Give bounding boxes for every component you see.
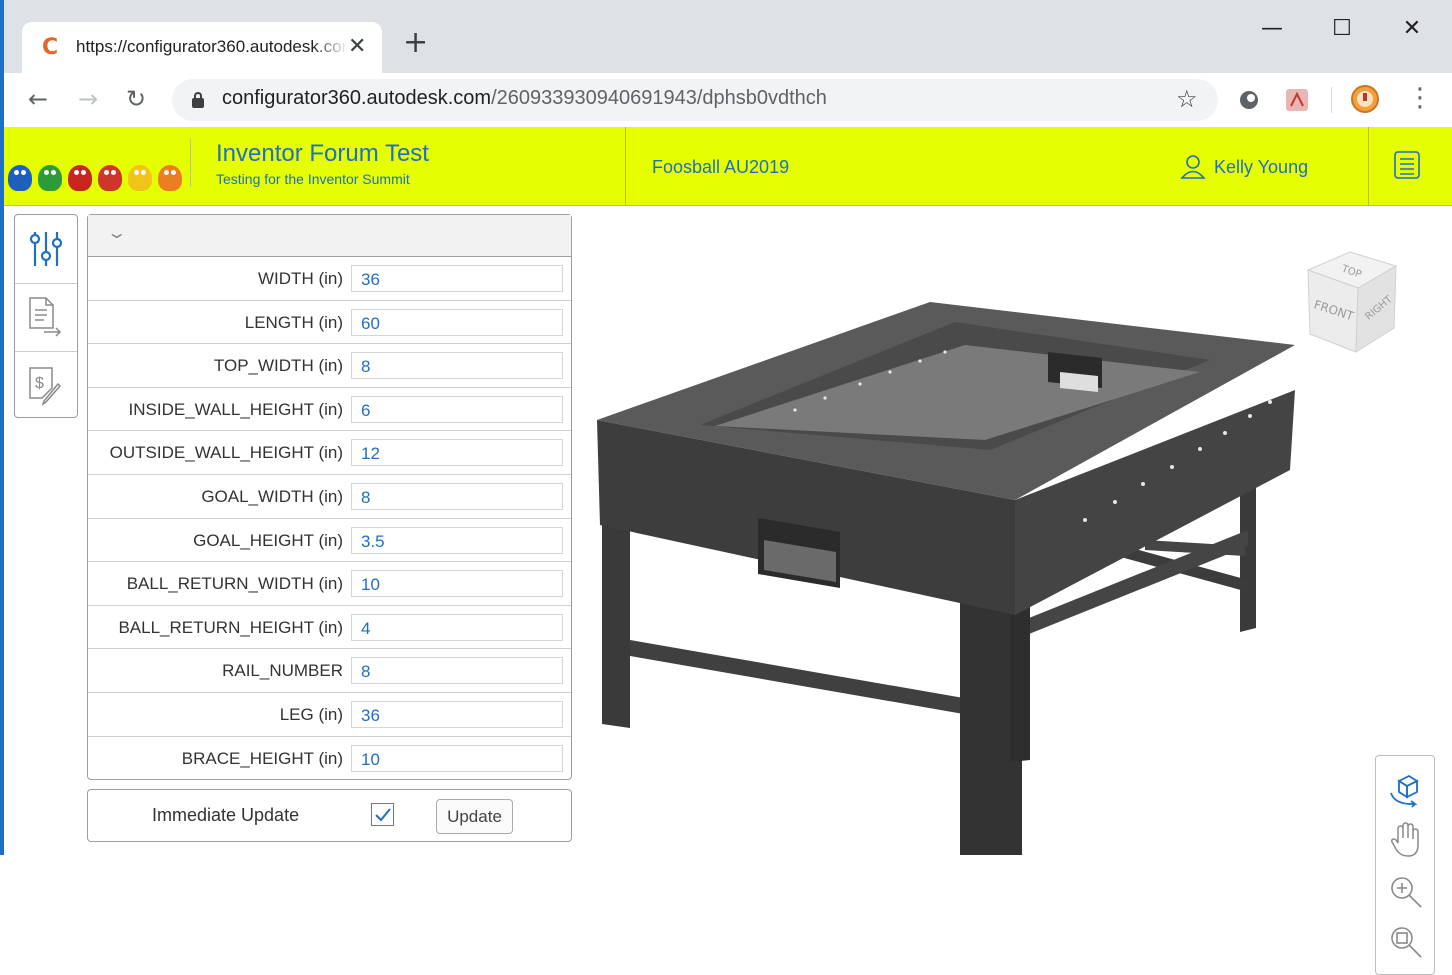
tool-rail: $ xyxy=(14,214,78,418)
parameter-input[interactable] xyxy=(351,482,563,510)
browser-menu-icon[interactable]: ⋮ xyxy=(1407,83,1433,113)
parameter-input[interactable] xyxy=(351,439,563,467)
parameter-label: GOAL_HEIGHT (in) xyxy=(193,530,343,550)
pricing-button[interactable]: $ xyxy=(15,351,77,419)
app-header: Inventor Forum Test Testing for the Inve… xyxy=(4,127,1452,206)
parameter-label: BALL_RETURN_WIDTH (in) xyxy=(126,574,343,594)
parameter-row: BALL_RETURN_WIDTH (in) xyxy=(88,562,571,606)
reload-icon[interactable]: ↻ xyxy=(126,85,146,113)
parameter-row: LENGTH (in) xyxy=(88,301,571,345)
svg-text:$: $ xyxy=(35,375,44,392)
pan-icon xyxy=(1391,822,1419,857)
forward-icon[interactable]: → xyxy=(78,85,98,113)
parameter-input[interactable] xyxy=(351,613,563,641)
address-bar[interactable]: configurator360.autodesk.com/26093393094… xyxy=(172,79,1218,121)
update-button[interactable]: Update xyxy=(436,799,513,834)
parameters-button[interactable] xyxy=(15,215,77,283)
panel-collapse-header[interactable]: ⌄ xyxy=(88,215,571,257)
parameter-label: OUTSIDE_WALL_HEIGHT (in) xyxy=(109,443,343,463)
immediate-update-checkbox[interactable] xyxy=(371,803,394,826)
parameter-row: OUTSIDE_WALL_HEIGHT (in) xyxy=(88,431,571,475)
lock-icon xyxy=(192,92,204,108)
parameter-input[interactable] xyxy=(351,395,563,423)
parameter-row: GOAL_HEIGHT (in) xyxy=(88,519,571,563)
browser-tabstrip: C https://configurator360.autodesk.com/2… xyxy=(0,0,1452,73)
tab-title-fade xyxy=(312,32,348,62)
parameter-label: BRACE_HEIGHT (in) xyxy=(181,748,343,768)
profile-avatar-icon[interactable] xyxy=(1350,84,1380,114)
export-button[interactable] xyxy=(15,283,77,351)
immediate-update-label: Immediate Update xyxy=(152,805,300,825)
parameter-input[interactable] xyxy=(351,526,563,554)
close-tab-icon[interactable]: ✕ xyxy=(348,34,366,59)
extension-circle-icon[interactable] xyxy=(1236,87,1262,113)
update-panel: Immediate Update Update xyxy=(87,789,572,842)
new-tab-icon[interactable]: + xyxy=(403,28,428,58)
orbit-icon xyxy=(1390,774,1419,808)
viewer-navigation-bar xyxy=(1375,755,1435,975)
parameter-input[interactable] xyxy=(351,352,563,380)
parameter-list: WIDTH (in) LENGTH (in) TOP_WIDTH (in) IN… xyxy=(88,257,571,780)
parameter-row: WIDTH (in) xyxy=(88,257,571,301)
parameter-row: BALL_RETURN_HEIGHT (in) xyxy=(88,606,571,650)
parameter-row: RAIL_NUMBER xyxy=(88,649,571,693)
parameters-icon xyxy=(29,232,63,266)
project-name[interactable]: Foosball AU2019 xyxy=(652,157,789,178)
parameter-input[interactable] xyxy=(351,744,563,772)
app-subtitle: Testing for the Inventor Summit xyxy=(216,171,410,187)
pdf-extension-icon[interactable] xyxy=(1284,87,1310,113)
user-name[interactable]: Kelly Young xyxy=(1214,157,1308,178)
list-menu-icon[interactable] xyxy=(1394,151,1420,179)
parameter-input[interactable] xyxy=(351,570,563,598)
parameter-label: WIDTH (in) xyxy=(258,269,343,288)
fit-view-button[interactable] xyxy=(1386,922,1426,962)
viewcube[interactable]: TOP FRONT RIGHT xyxy=(1298,248,1402,358)
zoom-icon xyxy=(1391,877,1422,908)
minimize-icon[interactable]: — xyxy=(1252,16,1292,46)
window-left-border xyxy=(0,127,4,855)
toolbar-divider xyxy=(1331,87,1332,113)
back-icon[interactable]: ← xyxy=(28,85,48,113)
mm-logo[interactable] xyxy=(8,139,190,191)
parameter-row: INSIDE_WALL_HEIGHT (in) xyxy=(88,388,571,432)
chevron-down-icon[interactable]: ⌄ xyxy=(106,223,127,242)
parameter-input[interactable] xyxy=(351,700,563,728)
header-divider xyxy=(625,127,626,206)
close-window-icon[interactable]: ✕ xyxy=(1392,16,1432,46)
url-text: configurator360.autodesk.com/26093393094… xyxy=(222,87,827,109)
browser-tab[interactable]: C https://configurator360.autodesk.com/2… xyxy=(22,22,382,73)
zoom-button[interactable] xyxy=(1386,872,1426,912)
parameter-label: INSIDE_WALL_HEIGHT (in) xyxy=(128,399,343,419)
parameter-input[interactable] xyxy=(351,308,563,336)
parameter-row: GOAL_WIDTH (in) xyxy=(88,475,571,519)
parameter-label: BALL_RETURN_HEIGHT (in) xyxy=(118,617,343,637)
logo-divider xyxy=(190,139,191,187)
fit-view-icon xyxy=(1391,927,1422,958)
pricing-icon: $ xyxy=(29,366,62,406)
parameter-row: LEG (in) xyxy=(88,693,571,737)
parameter-label: GOAL_WIDTH (in) xyxy=(201,486,343,506)
parameter-row: BRACE_HEIGHT (in) xyxy=(88,737,571,781)
pan-button[interactable] xyxy=(1386,820,1426,860)
parameter-input[interactable] xyxy=(351,265,563,292)
header-divider xyxy=(1368,127,1369,206)
export-document-icon xyxy=(29,296,62,337)
parameter-label: LEG (in) xyxy=(279,704,343,724)
parameter-label: RAIL_NUMBER xyxy=(222,661,343,681)
bookmark-star-icon[interactable]: ☆ xyxy=(1176,85,1198,113)
parameters-panel: ⌄ WIDTH (in) LENGTH (in) TOP_WIDTH (in) … xyxy=(87,214,572,780)
parameter-label: LENGTH (in) xyxy=(244,312,343,332)
orbit-button[interactable] xyxy=(1386,770,1426,810)
parameter-label: TOP_WIDTH (in) xyxy=(213,356,343,376)
user-icon xyxy=(1180,155,1206,179)
tab-title: https://configurator360.autodesk.com/260… xyxy=(76,37,346,56)
parameter-input[interactable] xyxy=(351,657,563,685)
browser-toolbar: ← → ↻ configurator360.autodesk.com/26093… xyxy=(0,73,1452,127)
parameter-row: TOP_WIDTH (in) xyxy=(88,344,571,388)
maximize-icon[interactable]: ☐ xyxy=(1322,16,1362,46)
app-title: Inventor Forum Test xyxy=(216,140,429,167)
configurator-favicon-icon: C xyxy=(42,35,59,60)
checkmark-icon xyxy=(375,808,391,822)
